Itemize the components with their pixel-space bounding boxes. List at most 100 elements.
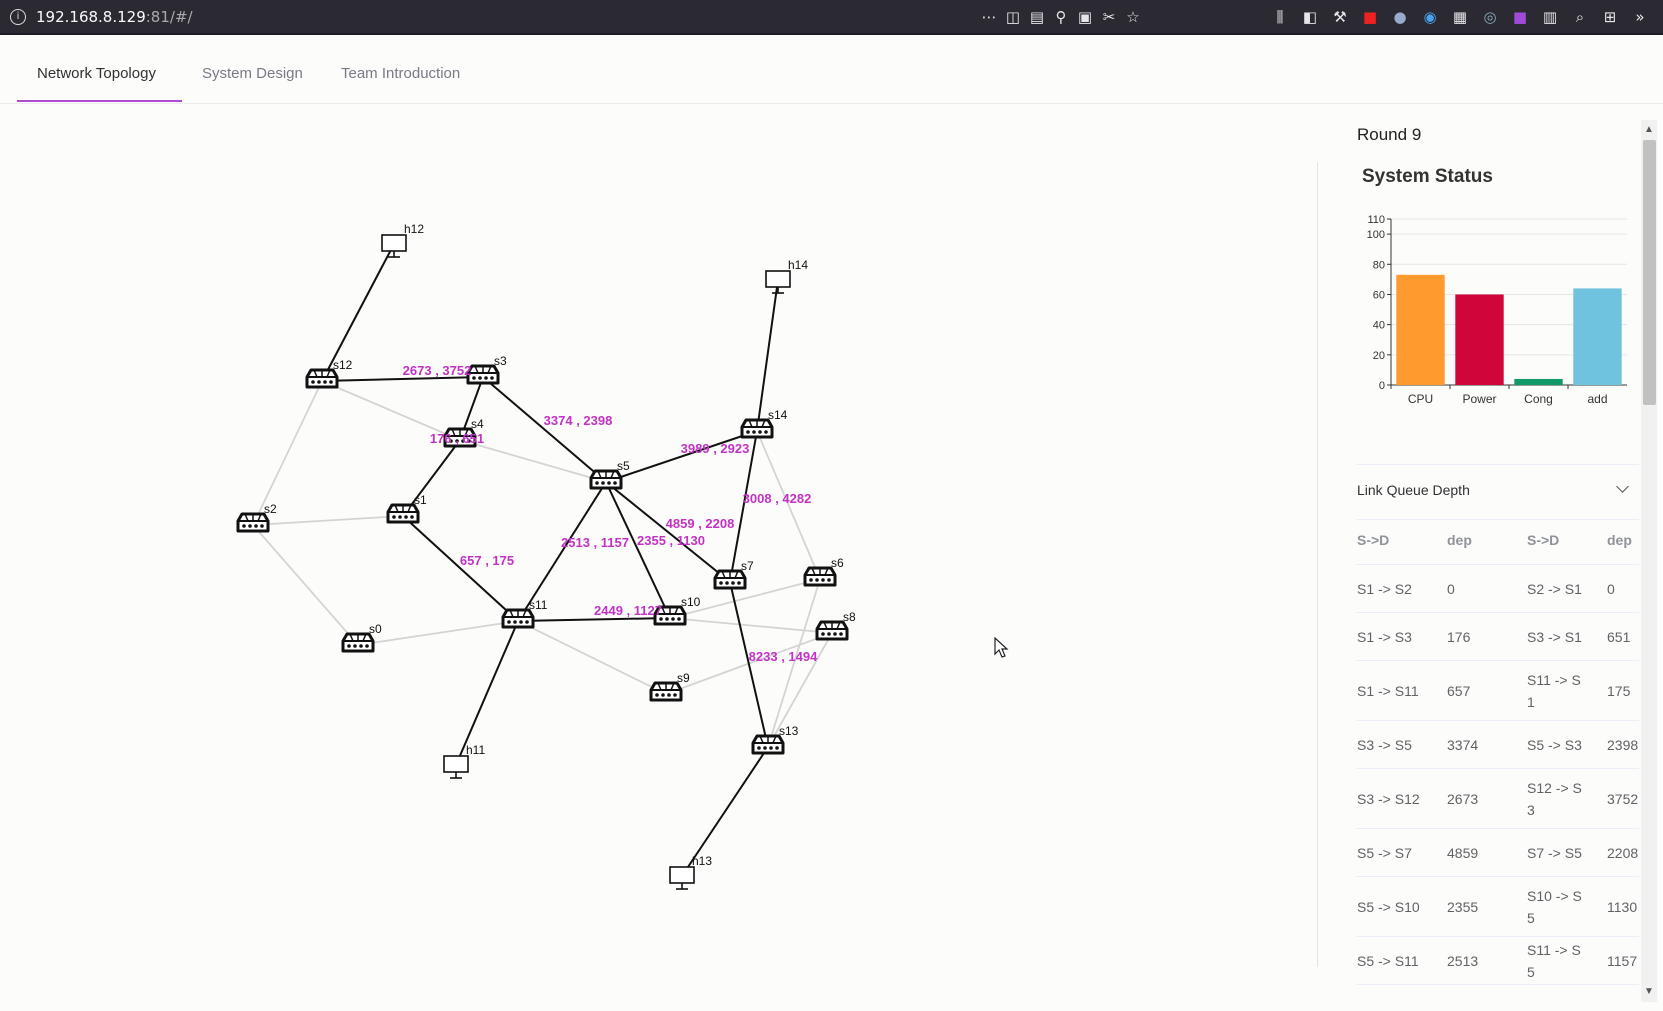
bookmark-star-icon[interactable]: ☆ [1124,8,1142,26]
tab-team-introduction[interactable]: Team Introduction [341,65,460,82]
switch-node-s7[interactable]: s7 [713,559,754,590]
active-link-s7-s13[interactable] [729,581,769,748]
browser-toolbar: i 192.168.8.129:81/#/ ⋯ ◫ ▤ ⚲ ▣ ✂ ☆ ⫼ ◧ … [0,0,1663,35]
row-depth-reverse: 175 [1607,660,1639,721]
ublock-icon[interactable]: ■ [1361,8,1379,26]
table-row: S3 -> S5 3374 S5 -> S3 2398 [1357,720,1639,769]
host-node-h14[interactable]: h14 [765,258,808,294]
switch-node-s5[interactable]: s5 [589,459,630,490]
switch-node-s6[interactable]: s6 [803,556,844,587]
active-link-s5-s10[interactable] [605,481,671,619]
scrollbar-thumb[interactable] [1643,140,1656,405]
switch-node-s11[interactable]: s11 [501,598,548,629]
switch-node-s8[interactable]: s8 [815,610,856,641]
row-depth-reverse: 0 [1607,564,1639,613]
chart-category-label: add [1587,392,1607,406]
address-bar[interactable]: 192.168.8.129:81/#/ [36,8,193,26]
router-icon [751,734,785,755]
pocket-icon[interactable]: ◫ [1004,8,1022,26]
switch-node-s1[interactable]: s1 [386,493,427,524]
header-depth-reverse[interactable]: dep [1607,516,1639,565]
chart-bar-cong[interactable] [1514,378,1563,385]
globe-icon[interactable]: ◎ [1481,8,1499,26]
router-icon [803,566,837,587]
header-depth[interactable]: dep [1447,516,1527,565]
chevron-down-icon[interactable] [1616,480,1629,493]
node-label: s1 [414,493,427,507]
idle-link-s4-s5 [459,439,607,483]
row-src-dst: S5 -> S10 [1357,876,1447,937]
onenote-icon[interactable]: ■ [1511,8,1529,26]
host-node-h13[interactable]: h13 [669,854,712,890]
link-load-label: 657 , 175 [460,553,514,568]
switch-node-s2[interactable]: s2 [236,502,277,533]
system-status-chart: 0 20 40 60 80 100 110 CPU Power Cong add [1367,214,1627,406]
link-load-label: 2355 , 1130 [637,533,705,548]
wrench-icon[interactable]: ⚒ [1331,8,1349,26]
active-link-s11-s10[interactable] [517,617,671,622]
system-status-title: System Status [1362,166,1493,187]
header-src-dst[interactable]: S->D [1357,516,1447,565]
node-label: s5 [617,459,630,473]
notes-icon[interactable]: ▥ [1541,8,1559,26]
tab-system-design[interactable]: System Design [202,65,303,82]
more-actions-icon[interactable]: ⋯ [980,8,998,26]
router-icon [649,681,683,702]
link-load-label: 3374 , 2398 [544,413,613,428]
tab-network-topology[interactable]: Network Topology [37,65,156,82]
active-link-s5-s14[interactable] [605,430,758,483]
chart-ytick-label: 100 [1367,229,1385,241]
router-icon [815,620,849,641]
extension-icon[interactable]: ⊞ [1601,8,1619,26]
chart-bar-add[interactable] [1573,288,1622,385]
library-icon[interactable]: ⫼ [1271,8,1289,26]
node-label: s14 [768,408,788,422]
row-depth: 2513 [1447,936,1527,985]
scroll-up-arrow-icon[interactable]: ▲ [1643,124,1655,136]
router-icon [341,632,375,653]
compass-icon[interactable]: ◉ [1421,8,1439,26]
idle-link-s2-s0 [252,524,359,646]
active-link-s1-s11[interactable] [402,515,519,622]
switch-node-s9[interactable]: s9 [649,671,690,702]
extension-circle-icon[interactable]: ● [1391,8,1409,26]
table-header-row: S->D dep S->D dep [1357,516,1639,565]
switch-node-s12[interactable]: s12 [305,358,353,389]
header-src-dst-reverse[interactable]: S->D [1527,516,1607,565]
site-info-icon[interactable]: i [10,9,26,25]
row-depth-reverse: 2398 [1607,720,1639,769]
node-label: s10 [681,595,701,609]
row-src-dst-reverse: S7 -> S5 [1527,828,1607,877]
row-src-dst-reverse: S11 -> S 5 [1527,936,1607,985]
chart-category-label: CPU [1408,392,1433,406]
host-node-h11[interactable]: h11 [443,743,485,779]
table-row: S5 -> S10 2355 S10 -> S 5 1130 [1357,876,1639,937]
switch-node-s3[interactable]: s3 [466,354,507,385]
mouse-cursor-icon [994,637,1009,658]
sidebar-icon[interactable]: ◧ [1301,8,1319,26]
link-queue-collapse-header[interactable]: Link Queue Depth [1357,464,1639,520]
row-depth: 0 [1447,564,1527,613]
chart-bar-cpu[interactable] [1396,274,1445,385]
host-node-h12[interactable]: h12 [381,222,424,258]
search-page-icon[interactable]: ⌕ [1571,8,1589,26]
scroll-down-arrow-icon[interactable]: ▼ [1643,986,1655,998]
computer-icon [381,234,407,258]
router-icon [386,503,420,524]
switch-node-s13[interactable]: s13 [751,724,799,755]
active-link-s3-s5[interactable] [482,376,607,483]
switch-node-s14[interactable]: s14 [740,408,788,439]
row-src-dst: S3 -> S5 [1357,720,1447,769]
reader-icon[interactable]: ▤ [1028,8,1046,26]
overflow-chevron-icon[interactable]: » [1631,8,1649,26]
link-icon[interactable]: ⚲ [1052,8,1070,26]
screenshot-icon[interactable]: ▣ [1076,8,1094,26]
router-icon [466,364,500,385]
chart-bar-power[interactable] [1455,294,1504,385]
grid-icon[interactable]: ▦ [1451,8,1469,26]
switch-node-s0[interactable]: s0 [341,622,382,653]
active-link-s5-s7[interactable] [605,481,731,583]
scissors-icon[interactable]: ✂ [1100,8,1118,26]
computer-icon [443,755,469,779]
queue-depth-table: S->D dep S->D dep S1 -> S2 0 S2 -> S1 0 S1 -… [1357,516,1639,985]
